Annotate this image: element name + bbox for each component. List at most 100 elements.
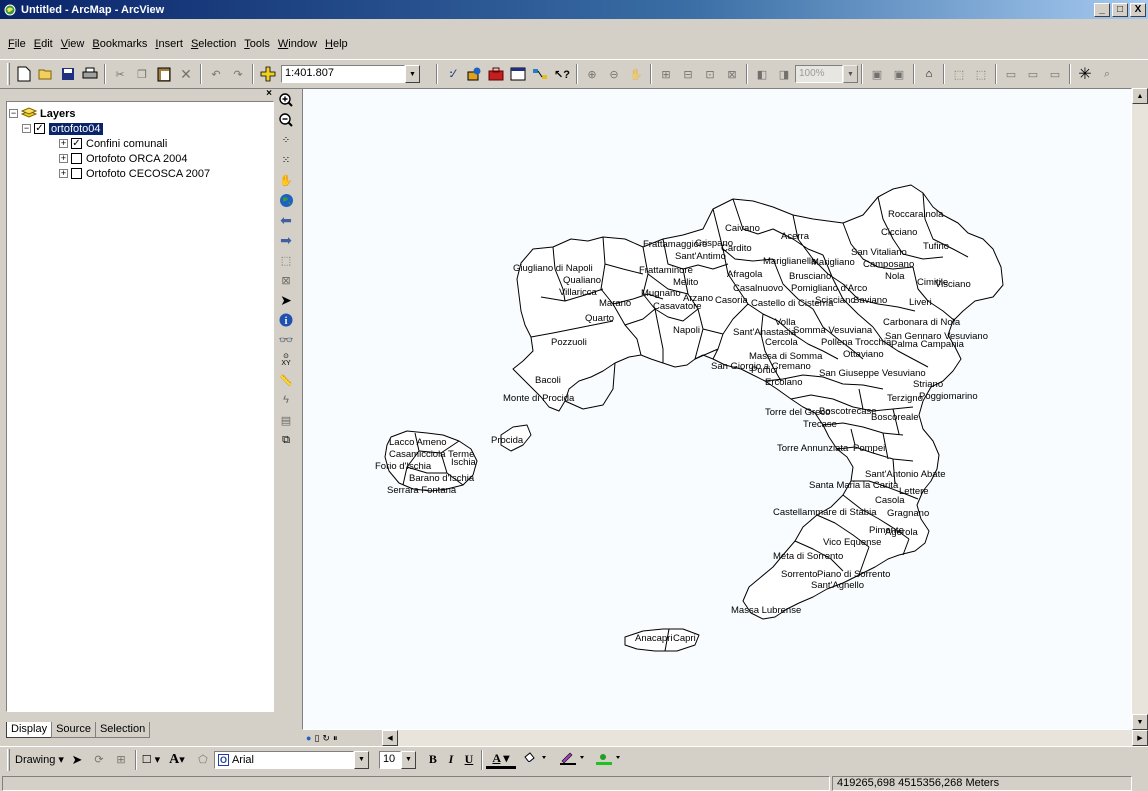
identify-results-button[interactable]: ▭ (1045, 64, 1065, 84)
editor-toolbar-button[interactable]: :⁄ (442, 64, 462, 84)
add-data-button[interactable] (258, 64, 278, 84)
cut-button[interactable]: ✂ (110, 64, 130, 84)
layout-zoom-100-button[interactable]: ⊠ (722, 64, 742, 84)
scroll-left-arrow[interactable]: ◀ (382, 730, 398, 746)
zoom-out-button[interactable] (277, 110, 295, 130)
layer-visibility-checkbox[interactable] (71, 168, 82, 179)
redo-button[interactable]: ↷ (228, 64, 248, 84)
focus-data-frame-button[interactable]: ▣ (889, 64, 909, 84)
full-extent-button[interactable] (277, 190, 295, 210)
measure-tool[interactable]: 📏 (277, 370, 295, 390)
back-extent-button[interactable]: ⬅ (277, 210, 295, 230)
font-family-select[interactable]: O Arial (213, 750, 354, 769)
expand-icon[interactable]: + (59, 169, 68, 178)
menu-insert[interactable]: Insert (151, 38, 187, 50)
arctoolbox-button[interactable] (486, 64, 506, 84)
scroll-down-arrow[interactable]: ▼ (1132, 714, 1148, 730)
clear-selection-button[interactable]: ▭ (1001, 64, 1021, 84)
delete-button[interactable]: ✕ (176, 64, 196, 84)
new-text-button[interactable]: A ▾ (163, 750, 191, 770)
collapse-icon[interactable]: − (9, 109, 18, 118)
font-size-dropdown-arrow[interactable]: ▼ (400, 750, 416, 769)
layers-root-row[interactable]: − Layers (9, 106, 271, 121)
font-size-select[interactable]: 10 (378, 750, 401, 769)
pan-button[interactable]: ✋ (277, 170, 295, 190)
drawing-menu-button[interactable]: Drawing ▾ (15, 753, 64, 766)
select-elements-tool[interactable]: ➤ (277, 290, 295, 310)
minimize-button[interactable]: _ (1094, 2, 1110, 17)
menu-file[interactable]: File (4, 38, 30, 50)
fixed-zoom-out-button[interactable]: ⁙ (277, 150, 295, 170)
expand-icon[interactable]: + (59, 154, 68, 163)
zoom-to-selected-elements-button[interactable]: ⊞ (111, 750, 131, 770)
arccatalog-button[interactable] (464, 64, 484, 84)
select-features-button[interactable]: ⬚ (971, 64, 991, 84)
scroll-right-arrow[interactable]: ▶ (1132, 730, 1148, 746)
map-horizontal-scrollbar[interactable]: ◀ ▶ (382, 730, 1148, 746)
font-color-button[interactable]: A ▾ (485, 751, 516, 769)
layout-fixed-zoom-out-button[interactable]: ⊟ (678, 64, 698, 84)
layer-row[interactable]: + Ortofoto CECOSCA 2007 (9, 166, 271, 181)
clear-selected-features-tool[interactable]: ⊠ (277, 270, 295, 290)
layout-zoom-percent-input[interactable]: 100% (795, 65, 843, 83)
layer-row[interactable]: + ✓ Confini comunali (9, 136, 271, 151)
pause-drawing-button[interactable]: ⏸ (333, 733, 338, 744)
undo-button[interactable]: ↶ (206, 64, 226, 84)
forward-extent-button[interactable]: ➡ (277, 230, 295, 250)
paste-button[interactable] (154, 64, 174, 84)
new-rectangle-button[interactable]: ☐ ▾ (141, 750, 161, 770)
expand-icon[interactable]: + (59, 139, 68, 148)
go-to-xy-tool[interactable]: ⊙ XY (277, 350, 295, 370)
map-canvas[interactable]: Roccarainola Caivano Acerra Cicciano Tufino S… (303, 89, 1132, 730)
copy-button[interactable]: ❐ (132, 64, 152, 84)
close-button[interactable]: X (1130, 2, 1146, 17)
marker-color-button[interactable] (595, 751, 624, 768)
line-color-button[interactable] (559, 751, 588, 768)
map-tips-button[interactable]: ✳ (1075, 64, 1095, 84)
save-button[interactable] (58, 64, 78, 84)
tab-source[interactable]: Source (51, 722, 96, 738)
maximize-button[interactable]: □ (1112, 2, 1128, 17)
change-layout-button[interactable]: ⌂ (919, 64, 939, 84)
data-frame-label[interactable]: ortofoto04 (49, 122, 103, 135)
toolbar-grip[interactable] (7, 63, 10, 85)
menu-help[interactable]: Help (321, 38, 352, 50)
toc-close-button[interactable]: × (266, 88, 272, 99)
command-line-button[interactable] (508, 64, 528, 84)
map-vertical-scrollbar[interactable]: ▲ ▼ (1132, 88, 1148, 730)
data-frame-checkbox[interactable]: ✓ (34, 123, 45, 134)
menu-view[interactable]: View (57, 38, 89, 50)
refresh-view-button[interactable]: ↻ (322, 733, 330, 744)
layout-zoom-out-button[interactable]: ⊖ (604, 64, 624, 84)
whats-this-button[interactable]: ↖? (552, 64, 572, 84)
toggle-draft-mode-button[interactable]: ▣ (867, 64, 887, 84)
italic-button[interactable]: I (442, 752, 460, 767)
data-view-button[interactable]: ● (306, 733, 311, 743)
menu-selection[interactable]: Selection (187, 38, 240, 50)
layout-forward-extent-button[interactable]: ◨ (774, 64, 794, 84)
open-button[interactable] (36, 64, 56, 84)
collapse-icon[interactable]: − (22, 124, 31, 133)
layout-zoom-whole-page-button[interactable]: ⊡ (700, 64, 720, 84)
hyperlink-tool[interactable]: ϟ (277, 390, 295, 410)
menu-bookmarks[interactable]: Bookmarks (88, 38, 151, 50)
tab-display[interactable]: Display (6, 722, 53, 738)
layout-pan-button[interactable]: ✋ (626, 64, 646, 84)
data-frame-row[interactable]: − ✓ ortofoto04 (9, 121, 271, 136)
bold-button[interactable]: B (424, 752, 442, 767)
zoom-percent-dropdown-arrow[interactable]: ▼ (843, 65, 858, 83)
layout-view-button[interactable]: ▯ (314, 733, 319, 744)
layout-zoom-in-button[interactable]: ⊕ (582, 64, 602, 84)
toolbar-grip[interactable] (7, 748, 10, 771)
font-family-dropdown-arrow[interactable]: ▼ (353, 750, 369, 769)
rotate-button[interactable]: ⟳ (89, 750, 109, 770)
map-scale-input[interactable]: 1:401.807 (281, 65, 405, 83)
select-elements-button[interactable]: ➤ (67, 750, 87, 770)
magnifier-button[interactable]: ⌕ (1097, 64, 1117, 84)
print-button[interactable] (80, 64, 100, 84)
menu-tools[interactable]: Tools (240, 38, 274, 50)
layer-visibility-checkbox[interactable] (71, 153, 82, 164)
menu-edit[interactable]: Edit (30, 38, 57, 50)
html-popup-tool[interactable]: ▤ (277, 410, 295, 430)
select-elements-button[interactable]: ▭ (1023, 64, 1043, 84)
